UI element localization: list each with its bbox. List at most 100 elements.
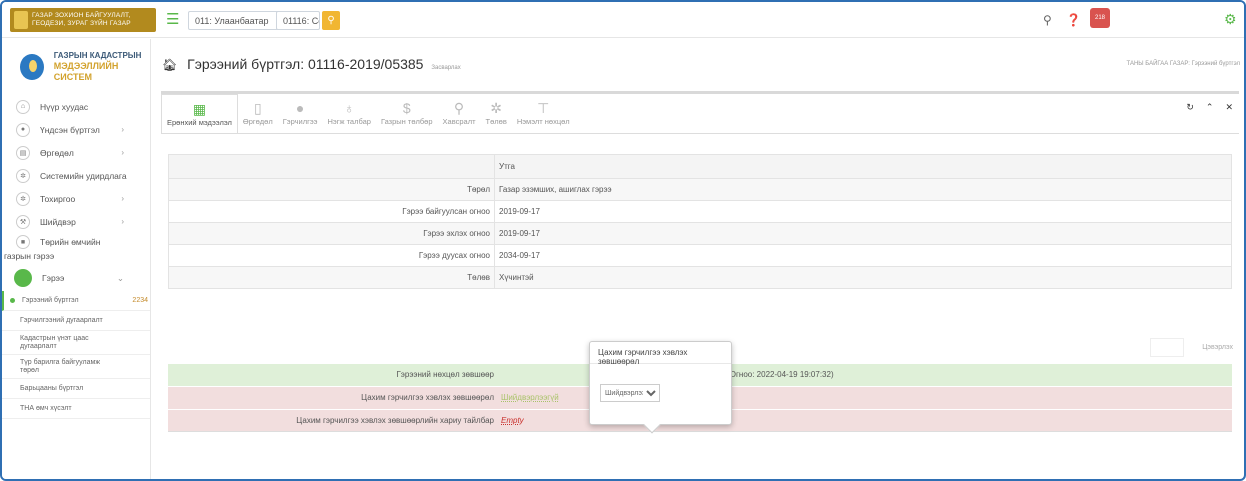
logo-line-2: ГЕОДЕЗИ, ЗУРАГ ЗҮЙН ГАЗАР <box>32 20 131 27</box>
sitemap-icon: ⊤ <box>537 100 550 116</box>
tab-divider <box>161 133 1239 134</box>
brand-line-2: МЭДЭЭЛЛИЙН СИСТЕМ <box>53 61 119 82</box>
permission-value-link[interactable]: Шийдвэрлээгүй <box>501 393 559 402</box>
table-bottom-divider <box>168 431 1232 432</box>
collapse-icon[interactable]: ⌃ <box>1206 102 1214 113</box>
province-select[interactable]: 011: Улаанбаатар ⌄ <box>188 11 289 30</box>
sidebar-item-settings[interactable]: ✲ Тохиргоо › <box>2 187 150 210</box>
brand-logo-icon <box>20 54 44 80</box>
tab-label: Өргөдөл <box>242 117 273 126</box>
cogs-icon: ✲ <box>490 100 503 116</box>
row-value: Хүчинтэй <box>494 266 1232 289</box>
tab-label: Хавсралт <box>442 117 476 126</box>
submenu-tna-request[interactable]: ТНА өмч хүсэлт <box>2 399 150 419</box>
submenu-label-line-2: дугаарлалт <box>20 342 57 350</box>
sidebar-item-label: Өргөдөл <box>40 147 74 158</box>
submenu-label: Гэрээний бүртгэл <box>22 297 79 304</box>
logo-line-1: ГАЗАР ЗОХИОН БАЙГУУЛАЛТ, <box>32 12 131 19</box>
table-header-row: Утга <box>168 154 1232 179</box>
submenu-label: ТНА өмч хүсэлт <box>20 405 72 412</box>
submenu-label-line-2: төрөл <box>20 366 39 374</box>
page-title: 🏠︎ Гэрээний бүртгэл: 01116-2019/05385 За… <box>162 56 461 72</box>
paperclip-icon: ⚲ <box>453 100 465 116</box>
notifications-badge[interactable]: 218 <box>1090 8 1110 28</box>
submenu-label: Кадастрын үнэт цаас дугаарлалт <box>20 335 89 351</box>
submenu-label-line-1: Түр барилга байгууламж <box>20 358 101 366</box>
tab-label: Газрын төлбөр <box>380 117 433 126</box>
sidebar-item-label: Үндсэн бүртгэл <box>40 124 100 135</box>
district-select-value: 01116: Сонгинохайрхан <box>283 15 319 26</box>
district-select[interactable]: 01116: Сонгинохайрхан <box>276 11 320 30</box>
contract-info-table: Утга Төрөл Газар эзэмших, ашиглах гэрээ … <box>168 154 1232 289</box>
sidebar-item-state-land-contract[interactable]: ■ Төрийн өмчийн <box>2 233 150 251</box>
breadcrumb[interactable]: ТАНЫ БАЙГАА ГАЗАР: Гэрээний бүртгэл <box>1127 61 1241 67</box>
refresh-icon[interactable]: ↻ <box>1186 102 1194 113</box>
sidebar-item-label: Гэрээ <box>42 273 65 283</box>
top-bar: ГАЗАР ЗОХИОН БАЙГУУЛАЛТ, ГЕОДЕЗИ, ЗУРАГ … <box>2 2 1244 38</box>
sidebar-item-applications[interactable]: ▤ Өргөдөл › <box>2 141 150 164</box>
table-icon: ▦ <box>192 101 207 117</box>
submenu-temporary-buildings[interactable]: Түр барилга байгууламж төрөл <box>2 355 150 379</box>
agency-logo-text: ГАЗАР ЗОХИОН БАЙГУУЛАЛТ, ГЕОДЕЗИ, ЗУРАГ … <box>32 12 131 28</box>
tab-certificate[interactable]: ● Гэрчилгээ <box>278 94 323 134</box>
tab-general-info[interactable]: ▦ Ерөнхий мэдээлэл <box>161 94 238 134</box>
user-icon: ● <box>16 122 30 137</box>
tab-label: Нэмэлт нөхцөл <box>516 117 570 126</box>
paperclip-icon[interactable]: ⚲ <box>1043 13 1052 27</box>
permission-select[interactable]: Шийдвэрлээгүй <box>600 384 660 402</box>
approval-label: Гэрээний нөхцөл зөвшөөр <box>396 370 494 379</box>
tab-parcel[interactable]: ♁ Нэгж талбар <box>323 94 376 134</box>
submenu-collateral-registry[interactable]: Барьцааны бүртгэл <box>2 379 150 399</box>
sidebar-item-contract[interactable]: Гэрээ ⌄ <box>2 265 150 291</box>
submenu-certificate-numbering[interactable]: Гэрчилгээний дугаарлалт <box>2 311 150 331</box>
gavel-icon: ⚒ <box>16 214 30 229</box>
gear-icon[interactable]: ⚙ <box>1224 11 1237 28</box>
table-icon: ■ <box>16 235 30 249</box>
sidebar-item-label: Шийдвэр <box>40 216 76 227</box>
sidebar: ГАЗРЫН КАДАСТРЫН МЭДЭЭЛЛИЙН СИСТЕМ ⌂ Нүү… <box>2 39 151 479</box>
submenu-label-line-1: Кадастрын үнэт цаас <box>20 334 89 342</box>
province-select-value: 011: Улаанбаатар <box>195 15 269 26</box>
tab-status[interactable]: ✲ Төлөв <box>481 94 512 134</box>
chevron-down-icon: ⌄ <box>116 272 124 283</box>
help-icon[interactable]: ❓ <box>1066 13 1081 27</box>
row-label: Төрөл <box>168 178 495 201</box>
table-row: Гэрээ дуусах огноо 2034-09-17 <box>168 244 1232 267</box>
sidebar-item-home[interactable]: ⌂ Нүүр хуудас <box>2 95 150 118</box>
submenu-label: Барьцааны бүртгэл <box>20 385 84 392</box>
search-icon: ⚲ <box>327 15 335 26</box>
sidebar-item-system-admin[interactable]: ✲ Системийн удирдлага <box>2 164 150 187</box>
tab-applications[interactable]: ▯ Өргөдөл <box>238 94 278 134</box>
main-content: 🏠︎ Гэрээний бүртгэл: 01116-2019/05385 За… <box>152 39 1244 479</box>
page-title-text: Гэрээний бүртгэл: 01116-2019/05385 <box>187 56 424 72</box>
file-icon: ▯ <box>253 100 262 116</box>
submenu-cadastral-securities[interactable]: Кадастрын үнэт цаас дугаарлалт <box>2 331 150 355</box>
response-value-link[interactable]: Empty <box>501 416 524 425</box>
submenu-contract-registry[interactable]: Гэрээний бүртгэл 2234 <box>2 291 150 311</box>
sidebar-item-decisions[interactable]: ⚒ Шийдвэр › <box>2 210 150 233</box>
search-input[interactable] <box>1150 338 1184 357</box>
popover-title: Цахим гэрчилгээ хэвлэх зөвшөөрөл <box>590 342 731 366</box>
tab-land-fee[interactable]: $ Газрын төлбөр <box>376 94 438 134</box>
agency-logo[interactable]: ГАЗАР ЗОХИОН БАЙГУУЛАЛТ, ГЕОДЕЗИ, ЗУРАГ … <box>10 8 156 32</box>
tab-attachments[interactable]: ⚲ Хавсралт <box>438 94 481 134</box>
contract-count-badge: 2234 <box>132 297 148 304</box>
row-value: Газар эзэмших, ашиглах гэрээ <box>494 178 1232 201</box>
hamburger-menu-icon[interactable]: ☰ <box>166 12 179 27</box>
table-row: Төлөв Хүчинтэй <box>168 266 1232 289</box>
clear-button[interactable]: Цэвэрлэх <box>1202 344 1233 351</box>
sidebar-item-main-registry[interactable]: ● Үндсэн бүртгэл › <box>2 118 150 141</box>
tab-additional-terms[interactable]: ⊤ Нэмэлт нөхцөл <box>512 94 575 134</box>
home-icon: ⌂ <box>16 99 30 114</box>
cogs-icon: ✲ <box>16 191 30 206</box>
tab-bar: ▦ Ерөнхий мэдээлэл ▯ Өргөдөл ● Гэрчилгээ… <box>161 94 575 134</box>
row-label: Гэрээ байгуулсан огноо <box>168 200 495 223</box>
search-button[interactable]: ⚲ <box>322 11 340 30</box>
dollar-icon: $ <box>402 100 411 116</box>
table-row: Гэрээ эхлэх огноо 2019-09-17 <box>168 222 1232 245</box>
map-marker-icon: ♁ <box>343 100 355 116</box>
tab-label: Төлөв <box>485 117 507 126</box>
emblem-icon <box>14 11 28 29</box>
submenu-label: Гэрчилгээний дугаарлалт <box>20 317 103 324</box>
close-icon[interactable]: ✕ <box>1225 102 1233 113</box>
